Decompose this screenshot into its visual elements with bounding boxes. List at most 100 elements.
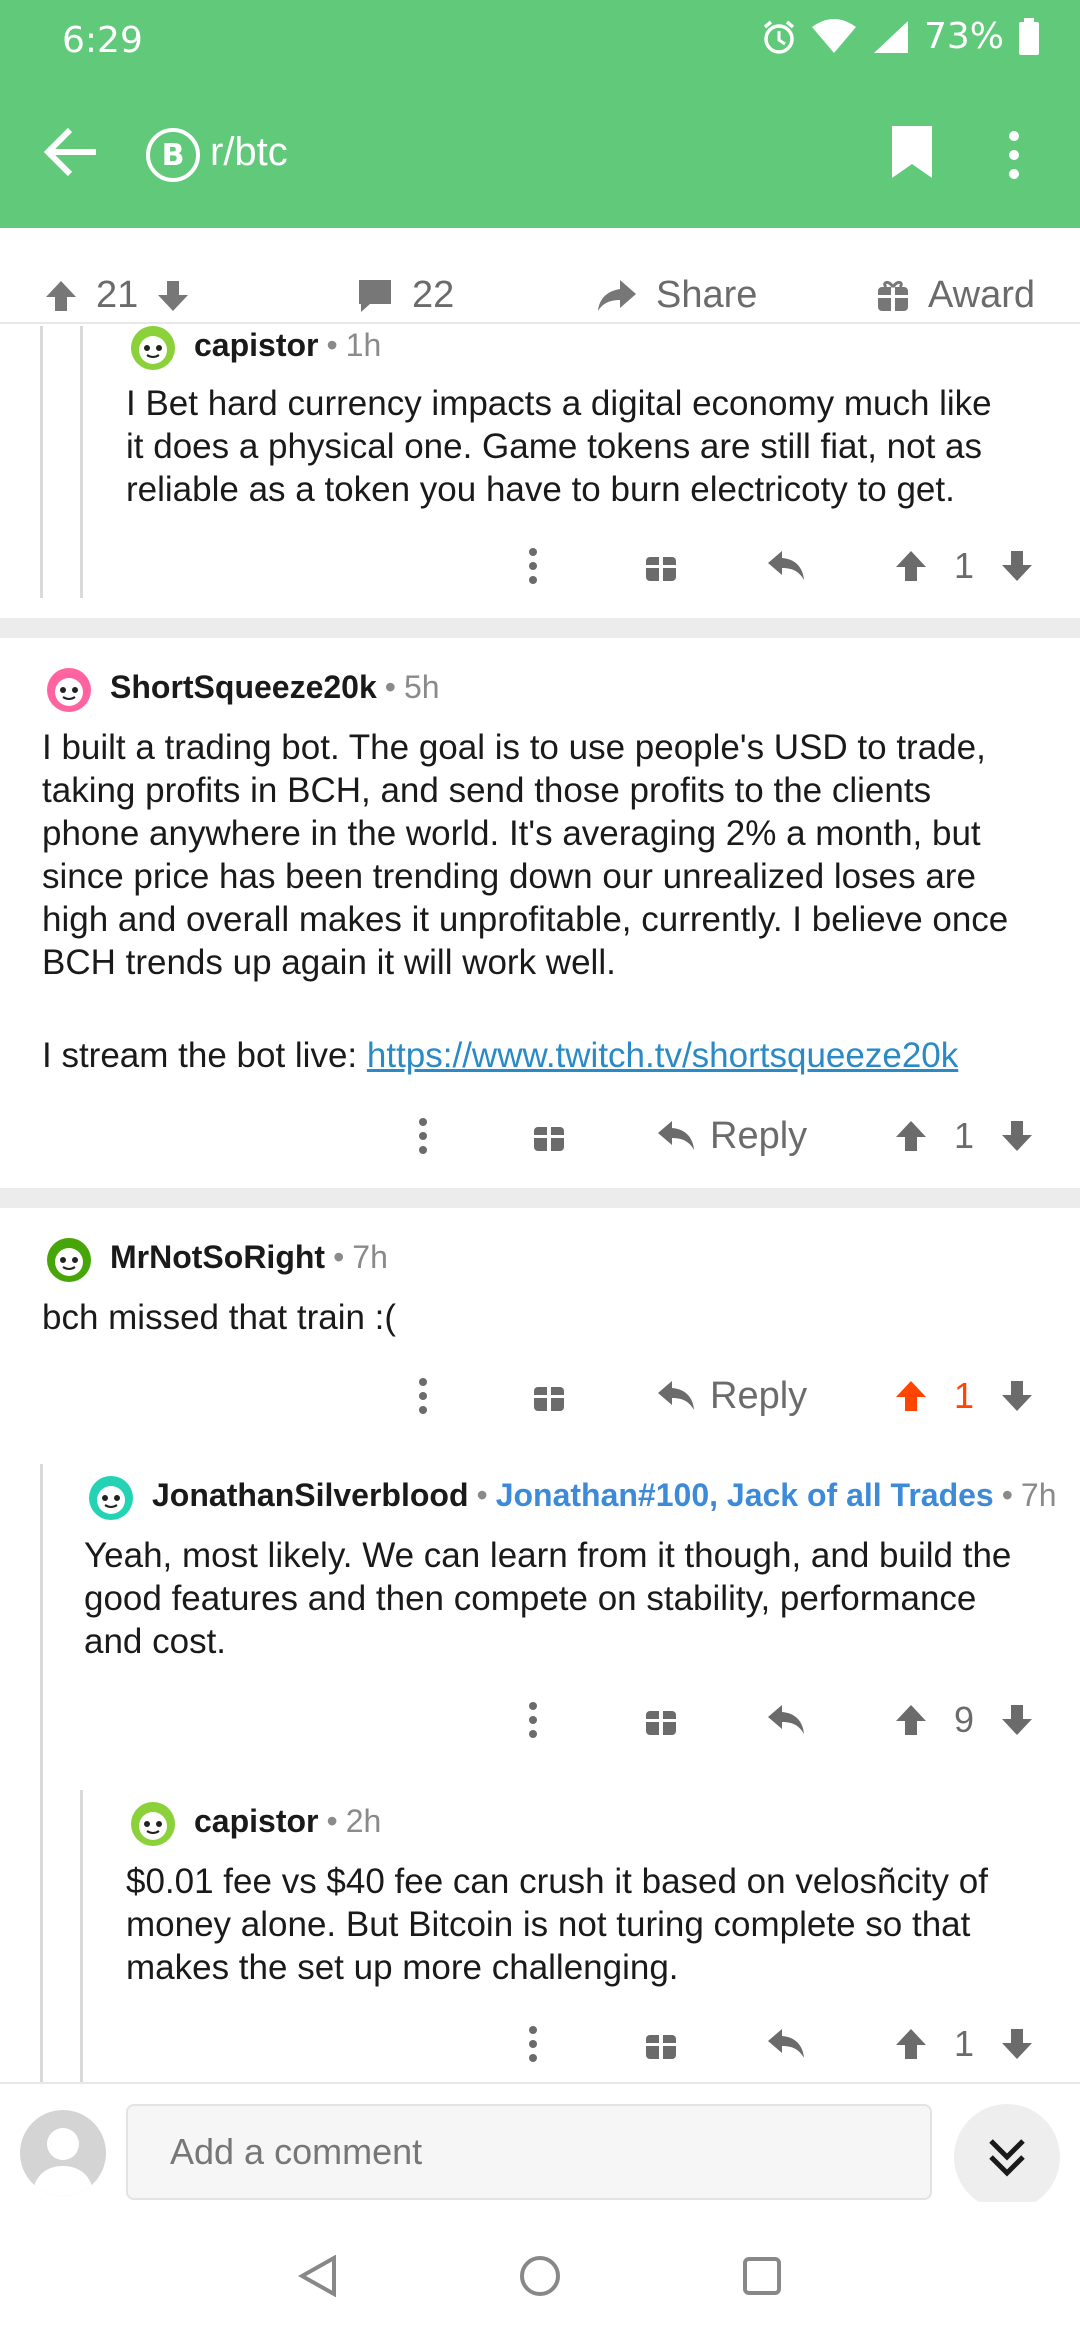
stream-line: I stream the bot live: https://www.twitc…	[42, 1034, 1062, 1077]
downvote-arrow-icon[interactable]	[1000, 536, 1034, 596]
upvote-arrow-icon[interactable]	[894, 1106, 928, 1166]
comment-separator	[0, 618, 1080, 638]
vote-group: 21	[44, 274, 190, 317]
reply-arrow-icon[interactable]	[766, 536, 806, 596]
avatar[interactable]	[42, 1230, 96, 1284]
award-label: Award	[928, 274, 1036, 316]
thread-line	[40, 1464, 43, 2082]
comment-author[interactable]: JonathanSilverblood	[152, 1477, 468, 1514]
comment-time: 5h	[403, 668, 440, 705]
share-arrow-icon	[596, 278, 638, 314]
upvote-arrow-icon[interactable]	[894, 536, 928, 596]
post-action-bar: 21 22 Share Award	[0, 228, 1080, 324]
comment-line: since price has been trending down our u…	[42, 857, 976, 896]
gift-icon	[876, 279, 910, 313]
user-avatar-icon[interactable]	[20, 2110, 106, 2196]
system-nav-bar	[0, 2202, 1080, 2340]
subreddit-name[interactable]: r/btc	[210, 130, 288, 175]
comment-author[interactable]: capistor	[194, 1803, 318, 1840]
comment-line: I built a trading bot. The goal is to us…	[42, 728, 986, 767]
meta-separator: •	[476, 1476, 488, 1513]
scroll-down-button[interactable]	[954, 2104, 1060, 2210]
back-arrow-icon[interactable]	[42, 124, 100, 180]
user-flair: Jonathan#100, Jack of all Trades	[495, 1476, 994, 1513]
comment-body: bch missed that train :(	[42, 1296, 1062, 1339]
gift-icon[interactable]	[644, 2014, 678, 2074]
comment-score: 1	[954, 545, 975, 586]
post-score: 21	[96, 274, 139, 316]
upvote-arrow-icon[interactable]	[894, 1690, 928, 1750]
battery-text: 73%	[923, 16, 1004, 57]
stream-link[interactable]: https://www.twitch.tv/shortsqueeze20k	[367, 1036, 958, 1075]
comment-actions: 1	[0, 536, 1080, 596]
comment-author[interactable]: MrNotSoRight	[110, 1239, 325, 1276]
meta-separator: •	[326, 1802, 338, 1839]
downvote-arrow-icon[interactable]	[1000, 1690, 1034, 1750]
downvote-arrow-icon[interactable]	[1000, 1106, 1034, 1166]
comment: JonathanSilverblood • Jonathan#100, Jack…	[84, 1468, 1064, 1663]
nav-back-icon[interactable]	[298, 2254, 338, 2298]
comment-score: 9	[954, 1699, 975, 1740]
gift-icon[interactable]	[644, 1690, 678, 1750]
comment-meta: MrNotSoRight • 7h	[42, 1230, 1062, 1284]
avatar[interactable]	[126, 1794, 180, 1848]
comment-score: 1	[954, 1115, 975, 1156]
reply-arrow-icon[interactable]	[766, 2014, 806, 2074]
nav-recents-icon[interactable]	[742, 2256, 782, 2296]
comment-time: 1h	[345, 326, 382, 363]
comment-line: and cost.	[84, 1622, 227, 1661]
avatar[interactable]	[84, 1468, 138, 1522]
comment-author[interactable]: capistor	[194, 327, 318, 364]
comment-line: taking profits in BCH, and send those pr…	[42, 771, 932, 810]
add-comment-input[interactable]: Add a comment	[126, 2104, 932, 2200]
comment: capistor • 1h I Bet hard currency impact…	[126, 318, 1066, 511]
status-bar: 6:29 73%	[0, 0, 1080, 80]
more-options-icon[interactable]	[1008, 130, 1020, 180]
comment-line: money alone. But Bitcoin is not turing c…	[126, 1905, 971, 1944]
gift-icon[interactable]	[532, 1106, 566, 1166]
comment-count: 22	[412, 274, 455, 316]
reply-label: Reply	[710, 1114, 808, 1157]
comment-separator	[0, 1188, 1080, 1208]
nav-home-icon[interactable]	[518, 2254, 562, 2298]
comment-author[interactable]: ShortSqueeze20k	[110, 669, 377, 706]
award-button[interactable]: Award	[876, 274, 1035, 317]
downvote-arrow-icon[interactable]	[1000, 2014, 1034, 2074]
meta-separator: •	[333, 1238, 345, 1275]
comments-count-button[interactable]: 22	[356, 274, 454, 317]
downvote-arrow-icon[interactable]	[156, 279, 190, 313]
gift-icon[interactable]	[644, 536, 678, 596]
avatar[interactable]	[126, 318, 180, 372]
comment-line: bch missed that train :(	[42, 1298, 397, 1337]
meta-separator: •	[1001, 1476, 1013, 1513]
upvote-arrow-icon-active[interactable]	[894, 1366, 928, 1426]
gift-icon[interactable]	[532, 1366, 566, 1426]
comment-meta: capistor • 2h	[126, 1794, 1066, 1848]
more-options-icon[interactable]	[528, 2014, 538, 2074]
more-options-icon[interactable]	[528, 536, 538, 596]
more-options-icon[interactable]	[418, 1106, 428, 1166]
app-bar: B r/btc	[0, 80, 1080, 228]
double-chevron-down-icon	[985, 2135, 1029, 2179]
battery-icon	[1018, 17, 1040, 56]
upvote-arrow-icon[interactable]	[894, 2014, 928, 2074]
share-button[interactable]: Share	[596, 274, 757, 317]
avatar[interactable]	[42, 660, 96, 714]
bookmark-icon[interactable]	[888, 124, 936, 180]
bitcoin-icon: B	[146, 128, 200, 182]
comment: ShortSqueeze20k • 5h I built a trading b…	[42, 660, 1062, 1077]
reply-arrow-icon	[658, 1121, 694, 1150]
more-options-icon[interactable]	[528, 1690, 538, 1750]
reply-button[interactable]: Reply	[656, 1366, 807, 1426]
comment-line: reliable as a token you have to burn ele…	[126, 470, 955, 509]
comment-line: Yeah, most likely. We can learn from it …	[84, 1536, 1012, 1575]
upvote-arrow-icon[interactable]	[44, 279, 78, 313]
comment-composer: Add a comment	[0, 2082, 1080, 2210]
downvote-arrow-icon[interactable]	[1000, 1366, 1034, 1426]
more-options-icon[interactable]	[418, 1366, 428, 1426]
alarm-icon	[760, 18, 798, 56]
reply-button[interactable]: Reply	[656, 1106, 807, 1166]
wifi-icon	[811, 18, 856, 55]
stream-text: I stream the bot live:	[42, 1036, 367, 1075]
reply-arrow-icon[interactable]	[766, 1690, 806, 1750]
